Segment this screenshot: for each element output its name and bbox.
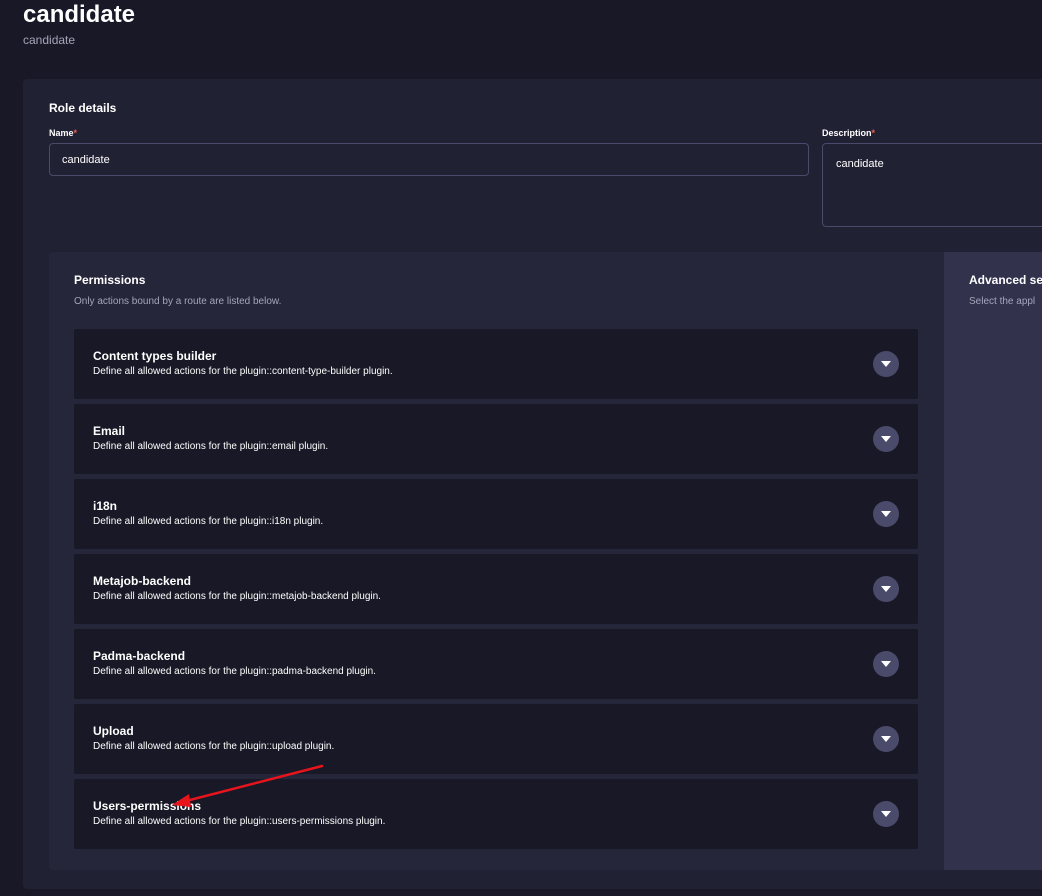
permissions-subtitle: Only actions bound by a route are listed… [74, 296, 282, 307]
plugin-name: Content types builder [93, 349, 217, 363]
permissions-panel: Permissions Only actions bound by a rout… [49, 252, 944, 870]
permissions-title: Permissions [74, 273, 146, 287]
plugin-name: i18n [93, 499, 118, 513]
plugin-description: Define all allowed actions for the plugi… [93, 591, 381, 602]
plugin-description: Define all allowed actions for the plugi… [93, 441, 329, 452]
description-input[interactable]: candidate [822, 143, 1042, 227]
plugin-description: Define all allowed actions for the plugi… [93, 666, 376, 677]
plugin-name: Metajob-backend [93, 574, 192, 588]
plugin-description: Define all allowed actions for the plugi… [93, 516, 324, 527]
chevron-down-icon [881, 586, 891, 592]
expand-button[interactable] [873, 651, 899, 677]
plugin-row-content-types-builder[interactable]: Content types builder Define all allowed… [74, 329, 918, 399]
expand-button[interactable] [873, 501, 899, 527]
page-header: candidate candidate [23, 0, 135, 48]
plugin-row-upload[interactable]: Upload Define all allowed actions for th… [74, 704, 918, 774]
description-label: Description* [822, 128, 876, 138]
chevron-down-icon [881, 661, 891, 667]
plugin-name: Email [93, 424, 126, 438]
plugin-description: Define all allowed actions for the plugi… [93, 741, 335, 752]
role-details-title: Role details [49, 101, 117, 115]
plugin-row-padma-backend[interactable]: Padma-backend Define all allowed actions… [74, 629, 918, 699]
plugin-name: Users-permissions [93, 799, 202, 813]
plugin-row-metajob-backend[interactable]: Metajob-backend Define all allowed actio… [74, 554, 918, 624]
expand-button[interactable] [873, 426, 899, 452]
expand-button[interactable] [873, 351, 899, 377]
chevron-down-icon [881, 436, 891, 442]
expand-button[interactable] [873, 726, 899, 752]
chevron-down-icon [881, 361, 891, 367]
plugin-name: Upload [93, 724, 134, 738]
page-subtitle: candidate [23, 33, 76, 47]
plugin-row-i18n[interactable]: i18n Define all allowed actions for the … [74, 479, 918, 549]
plugin-description: Define all allowed actions for the plugi… [93, 366, 393, 377]
advanced-settings-panel: Advanced se Select the appl [944, 252, 1042, 870]
required-mark: * [73, 128, 78, 138]
plugin-name: Padma-backend [93, 649, 186, 663]
role-card: Role details Name* Description* candidat… [23, 79, 1042, 889]
advanced-title: Advanced se [969, 273, 1042, 287]
plugin-row-users-permissions[interactable]: Users-permissions Define all allowed act… [74, 779, 918, 849]
plugin-row-email[interactable]: Email Define all allowed actions for the… [74, 404, 918, 474]
page-title: candidate [23, 1, 136, 28]
chevron-down-icon [881, 511, 891, 517]
expand-button[interactable] [873, 576, 899, 602]
chevron-down-icon [881, 736, 891, 742]
advanced-subtitle: Select the appl [969, 296, 1036, 307]
name-input[interactable] [49, 143, 809, 176]
chevron-down-icon [881, 811, 891, 817]
expand-button[interactable] [873, 801, 899, 827]
plugin-list: Content types builder Define all allowed… [74, 329, 918, 854]
required-mark: * [871, 128, 876, 138]
plugin-description: Define all allowed actions for the plugi… [93, 816, 386, 827]
name-label: Name* [49, 128, 78, 138]
